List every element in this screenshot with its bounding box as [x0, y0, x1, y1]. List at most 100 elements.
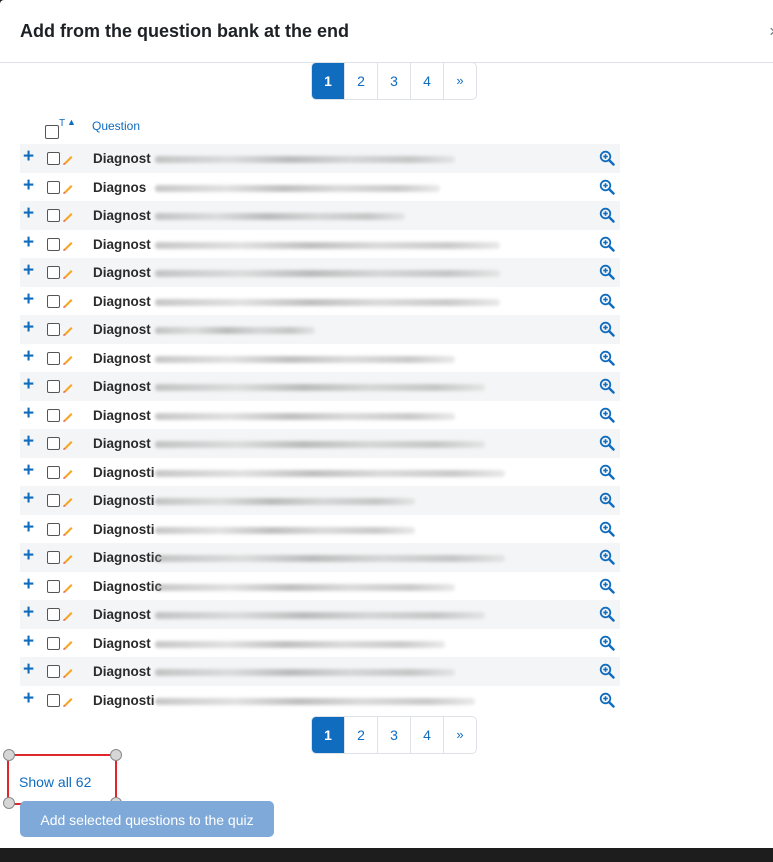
resize-handle[interactable]: [3, 749, 15, 761]
plus-icon[interactable]: +: [23, 631, 34, 652]
question-checkbox[interactable]: [47, 180, 60, 194]
page-link-3[interactable]: 3: [377, 717, 410, 753]
plus-icon[interactable]: +: [23, 346, 34, 367]
pencil-icon: [63, 498, 73, 507]
question-row: + Diagnost: [20, 343, 620, 372]
plus-icon[interactable]: +: [23, 318, 34, 338]
question-checkbox[interactable]: [47, 608, 60, 621]
plus-icon[interactable]: +: [23, 688, 34, 709]
question-checkbox[interactable]: [47, 665, 60, 678]
question-row: + Diagnost: [20, 286, 620, 315]
question-name: Diagnosti: [93, 493, 155, 508]
magnifier-plus-icon[interactable]: [599, 293, 615, 309]
plus-icon[interactable]: +: [23, 289, 34, 310]
plus-icon[interactable]: +: [23, 460, 34, 481]
question-name: Diagnost: [93, 607, 151, 622]
plus-icon[interactable]: +: [23, 204, 34, 224]
plus-icon[interactable]: +: [23, 147, 34, 167]
magnifier-plus-icon[interactable]: [599, 663, 615, 679]
add-selected-questions-button[interactable]: Add selected questions to the quiz: [20, 801, 274, 837]
plus-icon[interactable]: +: [23, 432, 34, 452]
magnifier-plus-icon[interactable]: [599, 207, 615, 223]
magnifier-plus-icon[interactable]: [599, 350, 615, 366]
question-name: Diagnostic: [93, 578, 163, 594]
redacted-question-text: [155, 270, 500, 277]
question-checkbox[interactable]: [47, 209, 60, 222]
sort-by-type-link[interactable]: T: [59, 118, 65, 129]
page-link-2[interactable]: 2: [344, 63, 377, 99]
magnifier-plus-icon[interactable]: [599, 464, 615, 480]
question-checkbox[interactable]: [47, 266, 60, 279]
plus-icon[interactable]: +: [23, 175, 34, 196]
redacted-question-text: [155, 412, 455, 420]
question-name: Diagnost: [93, 379, 151, 394]
page-link-4[interactable]: 4: [410, 63, 443, 99]
page-next-link[interactable]: »: [443, 63, 476, 99]
question-checkbox[interactable]: [47, 323, 60, 336]
magnifier-plus-icon[interactable]: [599, 150, 615, 166]
question-checkbox[interactable]: [47, 380, 60, 393]
magnifier-plus-icon[interactable]: [599, 606, 615, 622]
plus-icon[interactable]: +: [23, 403, 34, 424]
question-checkbox[interactable]: [47, 437, 60, 450]
magnifier-plus-icon[interactable]: [599, 635, 615, 651]
question-checkbox[interactable]: [47, 551, 60, 564]
plus-icon[interactable]: +: [23, 232, 34, 253]
plus-icon[interactable]: +: [23, 261, 34, 281]
select-all-checkbox[interactable]: [45, 125, 59, 139]
pencil-icon: [63, 412, 73, 421]
plus-icon[interactable]: +: [23, 546, 34, 566]
question-checkbox[interactable]: [47, 294, 60, 308]
question-name: Diagnost: [93, 236, 151, 252]
sort-by-question-link[interactable]: Question: [92, 119, 140, 133]
redacted-question-text: [155, 669, 455, 676]
question-checkbox[interactable]: [47, 465, 60, 479]
plus-icon[interactable]: +: [23, 489, 34, 509]
question-name: Diagnost: [93, 407, 151, 423]
question-row: + Diagnostic: [20, 571, 620, 600]
page-link-1[interactable]: 1: [312, 63, 344, 99]
plus-icon[interactable]: +: [23, 517, 34, 538]
resize-handle[interactable]: [3, 797, 15, 809]
page-next-link[interactable]: »: [443, 717, 476, 753]
question-checkbox[interactable]: [47, 693, 60, 707]
page-link-1[interactable]: 1: [312, 717, 344, 753]
question-checkbox[interactable]: [47, 408, 60, 422]
page-link-3[interactable]: 3: [377, 63, 410, 99]
pencil-icon: [63, 270, 73, 279]
magnifier-plus-icon[interactable]: [599, 578, 615, 594]
question-checkbox[interactable]: [47, 351, 60, 365]
question-checkbox[interactable]: [47, 522, 60, 536]
magnifier-plus-icon[interactable]: [599, 236, 615, 252]
question-checkbox[interactable]: [47, 579, 60, 593]
resize-handle[interactable]: [110, 749, 122, 761]
question-name: Diagnost: [93, 350, 151, 366]
plus-icon[interactable]: +: [23, 375, 34, 395]
question-checkbox[interactable]: [47, 237, 60, 251]
magnifier-plus-icon[interactable]: [599, 435, 615, 451]
magnifier-plus-icon[interactable]: [599, 692, 615, 708]
magnifier-plus-icon[interactable]: [599, 492, 615, 508]
question-name: Diagnost: [93, 635, 151, 651]
show-all-link[interactable]: Show all 62: [19, 774, 91, 790]
plus-icon[interactable]: +: [23, 660, 34, 680]
plus-icon[interactable]: +: [23, 574, 34, 595]
magnifier-plus-icon[interactable]: [599, 549, 615, 565]
page-link-4[interactable]: 4: [410, 717, 443, 753]
magnifier-plus-icon[interactable]: [599, 321, 615, 337]
magnifier-plus-icon[interactable]: [599, 179, 615, 195]
page-link-2[interactable]: 2: [344, 717, 377, 753]
magnifier-plus-icon[interactable]: [599, 407, 615, 423]
redacted-question-text: [155, 583, 455, 591]
magnifier-plus-icon[interactable]: [599, 521, 615, 537]
plus-icon[interactable]: +: [23, 603, 34, 623]
question-checkbox[interactable]: [47, 636, 60, 650]
close-icon[interactable]: ×: [769, 22, 773, 42]
question-checkbox[interactable]: [47, 152, 60, 165]
magnifier-plus-icon[interactable]: [599, 378, 615, 394]
question-row: + Diagnost: [20, 229, 620, 258]
magnifier-plus-icon[interactable]: [599, 264, 615, 280]
question-checkbox[interactable]: [47, 494, 60, 507]
pencil-icon: [63, 384, 73, 393]
pagination-bottom: 1 2 3 4 »: [311, 716, 477, 754]
